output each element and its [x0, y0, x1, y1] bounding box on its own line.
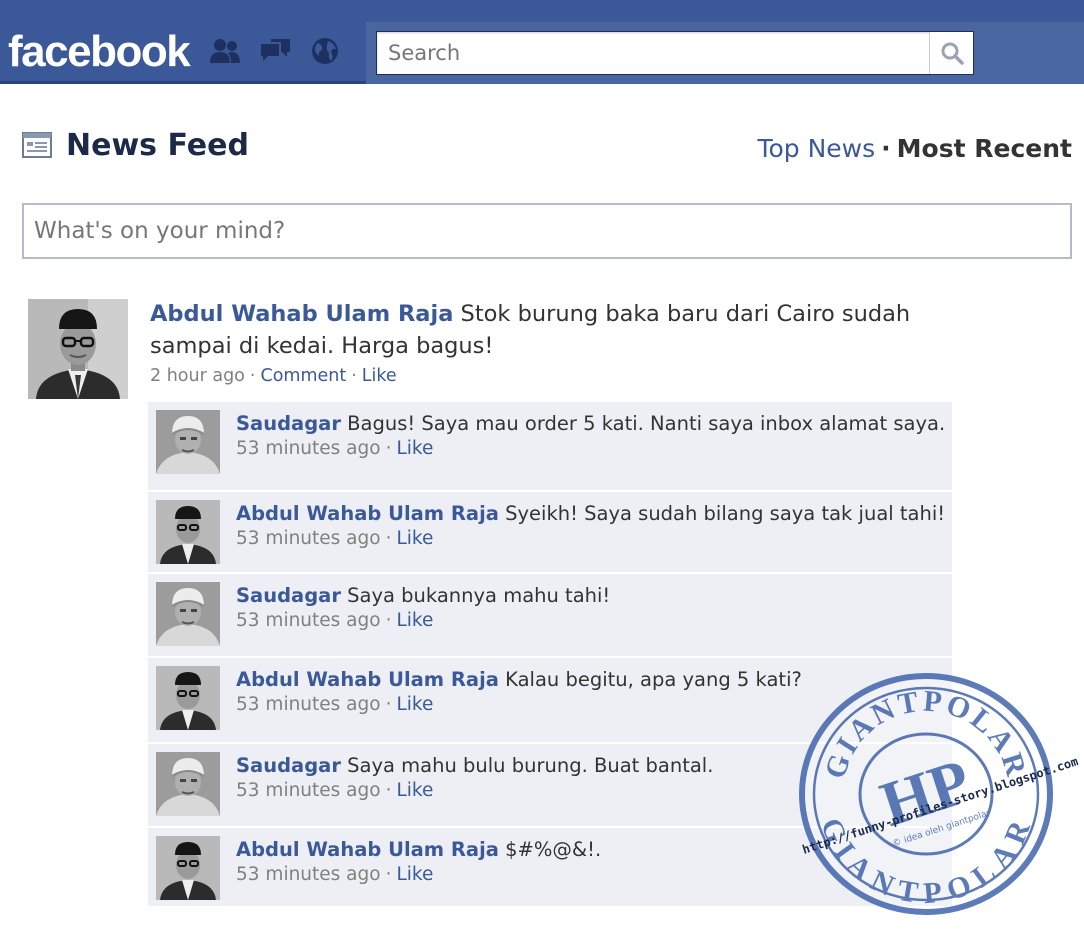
comment-author[interactable]: Saudagar: [236, 754, 341, 777]
notifications-globe-icon[interactable]: [308, 36, 342, 66]
messages-icon[interactable]: [258, 36, 292, 66]
abdul-wahab-avatar[interactable]: [156, 836, 220, 900]
search-input[interactable]: [377, 32, 929, 74]
tab-separator: ·: [881, 134, 891, 163]
comment-timestamp[interactable]: 53 minutes ago: [236, 864, 381, 885]
comment-like-link[interactable]: Like: [396, 610, 433, 631]
comment-text: Saya mahu bulu burung. Buat bantal.: [347, 754, 714, 777]
comment-item: Saudagar Saya bukannya mahu tahi! 53 min…: [148, 574, 952, 658]
story-timestamp[interactable]: 2 hour ago: [150, 366, 245, 386]
comment-author[interactable]: Abdul Wahab Ulam Raja: [236, 838, 499, 861]
comment-item: Saudagar Bagus! Saya mau order 5 kati. N…: [148, 402, 952, 492]
tab-top-news[interactable]: Top News: [757, 134, 875, 163]
tab-most-recent[interactable]: Most Recent: [897, 134, 1072, 163]
comment-like-link[interactable]: Like: [396, 694, 433, 715]
search-icon: [941, 42, 964, 65]
friend-requests-icon[interactable]: [208, 36, 242, 66]
search-box[interactable]: [376, 31, 974, 75]
story-author-name[interactable]: Abdul Wahab Ulam Raja: [150, 301, 453, 327]
comment-like-link[interactable]: Like: [396, 528, 433, 549]
story-author-avatar[interactable]: [28, 299, 128, 399]
comment-author[interactable]: Abdul Wahab Ulam Raja: [236, 502, 499, 525]
comment-timestamp[interactable]: 53 minutes ago: [236, 780, 381, 801]
status-input[interactable]: [24, 205, 1070, 257]
comment-like-link[interactable]: Like: [396, 438, 433, 459]
feed-tabs: Top News · Most Recent: [757, 134, 1072, 163]
comment-text: Syeikh! Saya sudah bilang saya tak jual …: [505, 502, 946, 525]
saudagar-avatar[interactable]: [156, 582, 220, 646]
facebook-logo[interactable]: facebook: [8, 24, 191, 80]
page-title: News Feed: [66, 128, 249, 163]
comment-author[interactable]: Abdul Wahab Ulam Raja: [236, 668, 499, 691]
comment-text: Kalau begitu, apa yang 5 kati?: [505, 668, 802, 691]
comment-timestamp[interactable]: 53 minutes ago: [236, 610, 381, 631]
story-body: Abdul Wahab Ulam Raja Stok burung baka b…: [150, 298, 940, 362]
comment-link[interactable]: Comment: [260, 366, 346, 386]
comment-text: Saya bukannya mahu tahi!: [347, 584, 611, 607]
abdul-wahab-avatar[interactable]: [156, 500, 220, 564]
abdul-wahab-avatar[interactable]: [156, 666, 220, 730]
comment-timestamp[interactable]: 53 minutes ago: [236, 694, 381, 715]
comment-author[interactable]: Saudagar: [236, 412, 341, 435]
story-meta: 2 hour ago · Comment · Like: [150, 366, 397, 386]
search-button[interactable]: [929, 32, 973, 74]
watermark-stamp: GIANTPOLAR GIANTPOLAR HP © idea oleh gia…: [799, 673, 1080, 915]
comment-timestamp[interactable]: 53 minutes ago: [236, 438, 381, 459]
top-bar: facebook: [0, 0, 1084, 84]
status-composer[interactable]: [22, 203, 1072, 259]
like-link[interactable]: Like: [362, 366, 397, 386]
comment-like-link[interactable]: Like: [396, 780, 433, 801]
comment-item: Abdul Wahab Ulam Raja Syeikh! Saya sudah…: [148, 492, 952, 574]
news-feed-icon: [22, 132, 52, 158]
comment-text: $#%@&!.: [505, 838, 602, 861]
comment-like-link[interactable]: Like: [396, 864, 433, 885]
comment-text: Bagus! Saya mau order 5 kati. Nanti saya…: [347, 412, 946, 435]
saudagar-avatar[interactable]: [156, 410, 220, 474]
comment-author[interactable]: Saudagar: [236, 584, 341, 607]
comment-timestamp[interactable]: 53 minutes ago: [236, 528, 381, 549]
saudagar-avatar[interactable]: [156, 752, 220, 816]
